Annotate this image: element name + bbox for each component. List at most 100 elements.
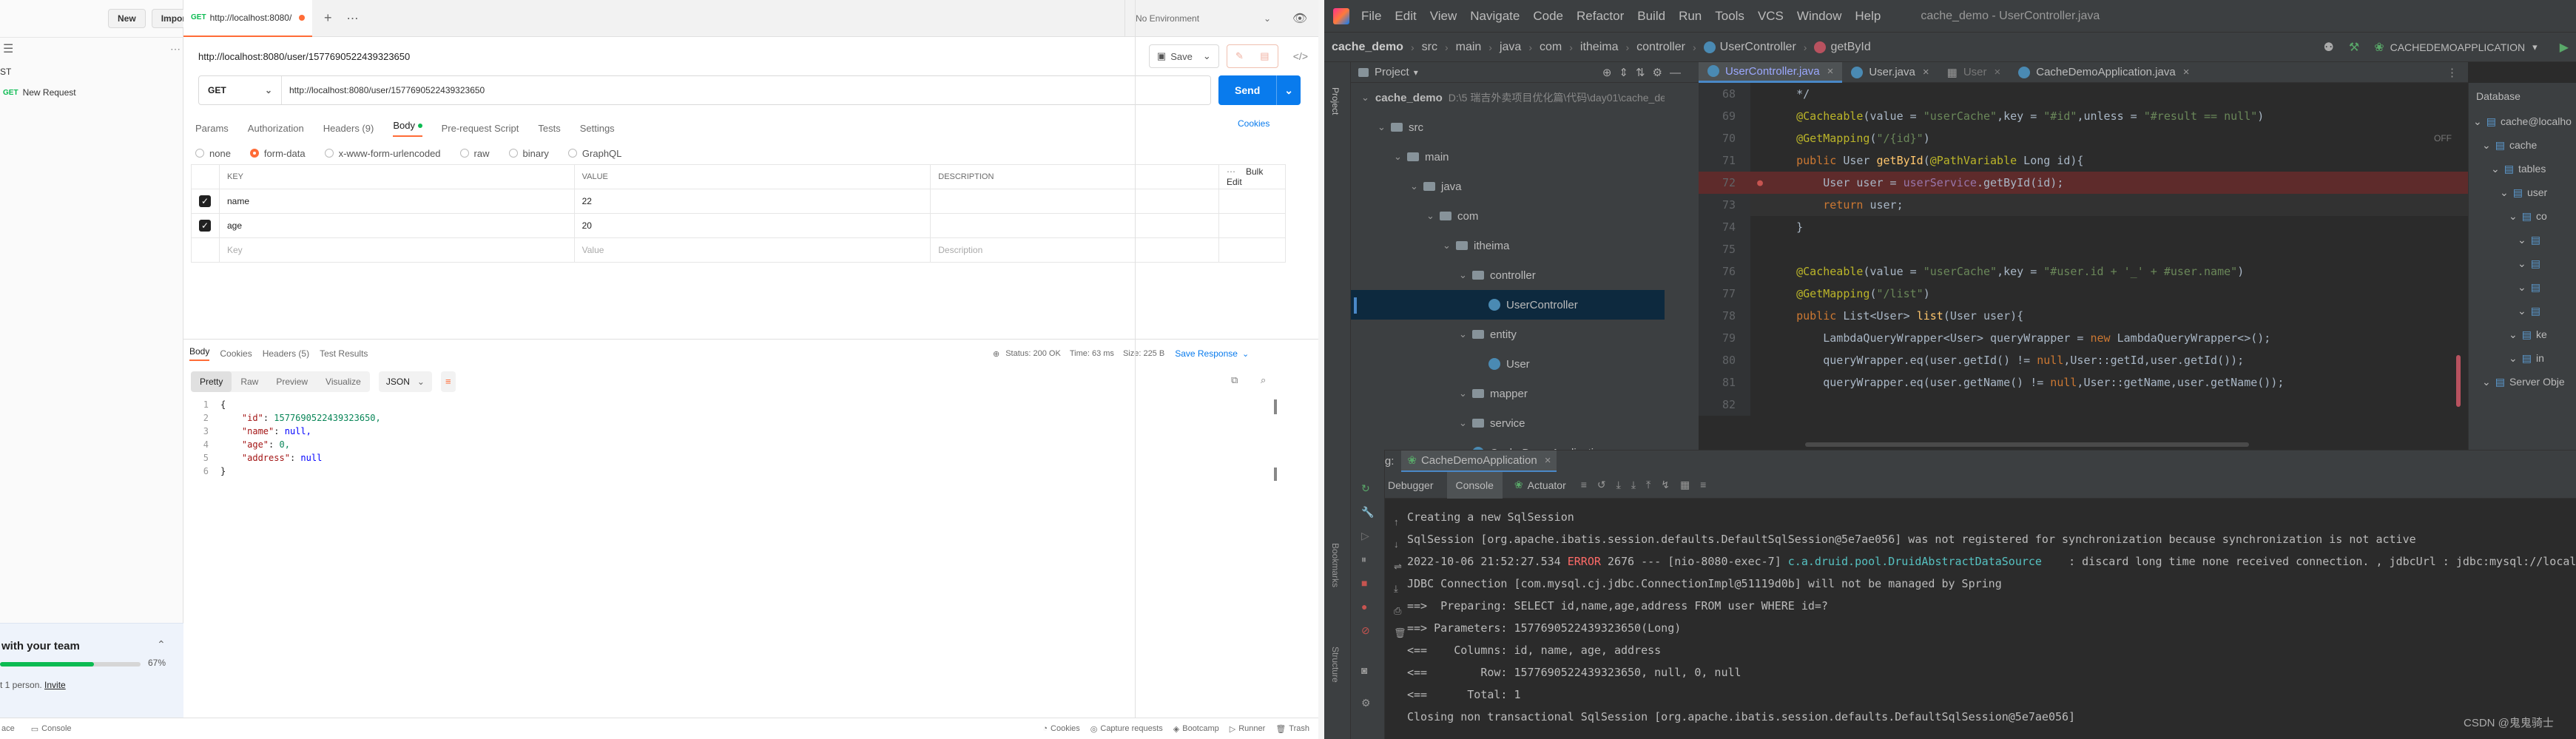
comment-icon[interactable]: ▤ xyxy=(1260,50,1269,62)
breakpoint-icon[interactable]: ● xyxy=(1750,178,1770,189)
edit-icon[interactable]: ✎ xyxy=(1235,50,1244,62)
tab-params[interactable]: Params xyxy=(195,123,229,134)
db-tree-item[interactable]: ⌄ ▤ cache@localho xyxy=(2469,109,2576,133)
wrap-lines-icon[interactable]: ≡ xyxy=(440,371,456,392)
resume-icon[interactable]: ▷ xyxy=(1361,530,1369,542)
checkbox-checked[interactable]: ✓ xyxy=(199,220,211,232)
up-arrow-icon[interactable]: ↑ xyxy=(1394,516,1399,527)
actuator-tab[interactable]: Actuator xyxy=(1528,479,1566,491)
more-options-icon[interactable]: ⋯ xyxy=(170,43,181,55)
scrollbar-thumb[interactable] xyxy=(2456,355,2461,407)
description-cell[interactable] xyxy=(930,189,1219,214)
body-type-graphql[interactable]: GraphQL xyxy=(567,148,621,159)
filter-icon[interactable]: ☰ xyxy=(3,41,13,56)
horizontal-scrollbar[interactable] xyxy=(1805,442,2249,447)
run-icon[interactable]: ▶ xyxy=(2560,40,2569,55)
bulk-edit-button[interactable]: ⋯ Bulk Edit xyxy=(1218,164,1286,189)
close-icon[interactable]: × xyxy=(1827,65,1834,78)
add-tab-icon[interactable]: + xyxy=(324,10,332,26)
code-line[interactable]: 81 queryWrapper.eq(user.getName() != nul… xyxy=(1699,371,2468,394)
globe-icon[interactable]: ⊕ xyxy=(993,349,999,359)
value-cell[interactable]: 22 xyxy=(573,189,931,214)
code-line[interactable]: 69 @Cacheable(value = "userCache",key = … xyxy=(1699,105,2468,127)
body-type-form-data[interactable]: form-data xyxy=(249,148,306,159)
pause-icon[interactable]: ⏸ xyxy=(1361,553,1366,566)
db-tree-item[interactable]: ⌄ ▤ in xyxy=(2469,346,2576,370)
environment-select[interactable]: No Environment ⌄ xyxy=(1125,0,1281,37)
trash-button[interactable]: Trash xyxy=(1289,724,1309,733)
code-line[interactable]: 72 ● User user = userService.getById(id); xyxy=(1699,172,2468,194)
breakpoints-icon[interactable]: ● xyxy=(1361,601,1367,613)
method-select[interactable]: GET ⌄ xyxy=(199,76,282,104)
code-line[interactable]: 73 return user; xyxy=(1699,194,2468,216)
tab-body[interactable]: Body xyxy=(393,120,422,137)
scrollbar-thumb[interactable] xyxy=(1274,399,1277,414)
camera-icon[interactable]: ◙ xyxy=(1361,664,1367,676)
view-raw[interactable]: Raw xyxy=(232,377,267,387)
save-response-button[interactable]: Save Response xyxy=(1175,348,1238,359)
invite-link[interactable]: Invite xyxy=(44,680,66,690)
key-cell[interactable]: name xyxy=(218,189,575,214)
code-line[interactable]: 70 @GetMapping("/{id}") xyxy=(1699,127,2468,149)
chevron-down-icon[interactable]: ▾ xyxy=(2532,41,2538,53)
view-visualize[interactable]: Visualize xyxy=(317,377,370,387)
body-type-urlencoded[interactable]: x-www-form-urlencoded xyxy=(324,148,441,159)
menu-vcs[interactable]: VCS xyxy=(1758,9,1784,24)
row-checkbox-cell[interactable]: ✓ xyxy=(191,189,220,214)
tab-headers[interactable]: Headers (9) xyxy=(323,123,374,134)
menu-code[interactable]: Code xyxy=(1533,9,1563,24)
wrench-icon[interactable]: 🔧 xyxy=(1361,506,1374,519)
code-icon[interactable]: </> xyxy=(1293,50,1308,62)
step-controls[interactable]: ≡↺⤓⤓⤒↯▦≡ xyxy=(1581,479,1717,491)
code-editor[interactable]: 68 */69 @Cacheable(value = "userCache",k… xyxy=(1699,83,2468,450)
tree-item[interactable]: ⌄ mapper xyxy=(1351,379,1665,408)
breadcrumb-item[interactable]: controller xyxy=(1636,41,1685,54)
editor-tab-cachedemoapplication[interactable]: CacheDemoApplication.java × xyxy=(2009,62,2198,83)
db-tree-item[interactable]: ⌄ ▤ xyxy=(2469,299,2576,323)
tree-item[interactable]: ⌄ com xyxy=(1351,201,1665,231)
run-config-select[interactable]: CACHEDEMOAPPLICATION xyxy=(2390,41,2526,53)
chevron-down-icon[interactable]: ▾ xyxy=(1414,67,1418,78)
menu-edit[interactable]: Edit xyxy=(1395,9,1416,24)
down-arrow-icon[interactable]: ↓ xyxy=(1394,539,1399,550)
save-button[interactable]: ▣ Save ⌄ xyxy=(1148,44,1219,68)
key-placeholder[interactable]: Key xyxy=(218,237,575,263)
request-tab[interactable]: GET http://localhost:8080/ xyxy=(183,0,312,37)
clear-icon[interactable]: 🗑 xyxy=(1394,627,1406,639)
request-title[interactable]: http://localhost:8080/user/1577690522439… xyxy=(198,51,410,62)
db-tree-item[interactable]: ⌄ ▤ user xyxy=(2469,180,2576,204)
db-tree-item[interactable]: ⌄ ▤ xyxy=(2469,228,2576,252)
close-icon[interactable]: × xyxy=(1923,66,1929,78)
statusbar-item[interactable]: ace xyxy=(1,724,15,733)
settings-icon[interactable]: ⚙ xyxy=(1361,697,1371,709)
collection-item[interactable]: ST xyxy=(0,67,11,77)
code-line[interactable]: 68 */ xyxy=(1699,83,2468,105)
breadcrumb-item[interactable]: src xyxy=(1422,41,1437,54)
runner-button[interactable]: Runner xyxy=(1238,724,1265,733)
tab-authorization[interactable]: Authorization xyxy=(248,123,304,134)
body-type-none[interactable]: none xyxy=(195,148,231,159)
scrollbar-thumb[interactable] xyxy=(1274,468,1277,481)
db-tree-item[interactable]: ⌄ ▤ Server Obje xyxy=(2469,370,2576,394)
body-type-raw[interactable]: raw xyxy=(459,148,490,159)
send-button[interactable]: Send ⌄ xyxy=(1218,75,1301,105)
menu-window[interactable]: Window xyxy=(1797,9,1841,24)
more-icon[interactable]: ⋯ xyxy=(1227,166,1235,177)
body-type-binary[interactable]: binary xyxy=(508,148,549,159)
view-pretty[interactable]: Pretty xyxy=(191,371,232,392)
code-line[interactable]: 80 queryWrapper.eq(user.getId() != null,… xyxy=(1699,349,2468,371)
response-tab-cookies[interactable]: Cookies xyxy=(220,348,252,359)
row-checkbox-cell[interactable]: ✓ xyxy=(191,213,220,238)
menu-view[interactable]: View xyxy=(1430,9,1457,24)
close-icon[interactable]: × xyxy=(1994,66,2000,78)
chevron-down-icon[interactable]: ⌄ xyxy=(1242,349,1249,359)
soft-wrap-icon[interactable]: ⇌ xyxy=(1394,561,1402,573)
db-tree-item[interactable]: ⌄ ▤ ke xyxy=(2469,323,2576,346)
tab-menu-icon[interactable]: ⋮ xyxy=(2447,66,2458,79)
editor-tab-usercontroller[interactable]: UserController.java × xyxy=(1699,61,1843,83)
capture-requests-button[interactable]: Capture requests xyxy=(1100,724,1162,733)
menu-build[interactable]: Build xyxy=(1637,9,1665,24)
key-cell[interactable]: age xyxy=(218,213,575,238)
code-line[interactable]: 79 LambdaQueryWrapper<User> queryWrapper… xyxy=(1699,327,2468,349)
code-line[interactable]: 76 @Cacheable(value = "userCache",key = … xyxy=(1699,260,2468,283)
